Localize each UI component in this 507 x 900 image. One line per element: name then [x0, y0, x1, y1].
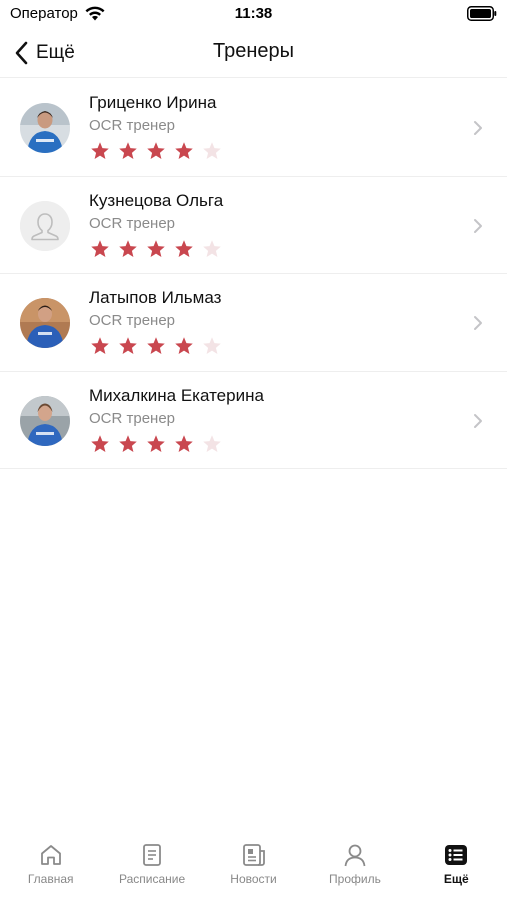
- chevron-right-icon: [474, 316, 482, 330]
- star-icon: [91, 239, 109, 257]
- rating-stars: [90, 336, 230, 356]
- trainer-role: OCR тренер: [89, 117, 176, 134]
- star-icon: [175, 434, 193, 452]
- star-icon: [119, 434, 137, 452]
- trainer-avatar: [20, 103, 70, 153]
- navigation-bar: Ещё Тренеры: [0, 30, 507, 78]
- star-icon: [147, 142, 165, 159]
- more-icon: [445, 845, 468, 865]
- trainer-name: Михалкина Екатерина: [89, 385, 264, 405]
- star-icon: [147, 337, 165, 354]
- tab-schedule-label: Расписание: [119, 872, 186, 886]
- star-icon: [119, 142, 137, 159]
- trainer-role: OCR тренер: [89, 214, 176, 232]
- tab-more-label: Ещё: [443, 872, 469, 886]
- star-icon: [119, 239, 137, 257]
- page-title: Тренеры: [212, 40, 294, 62]
- trainer-name: Кузнецова Ольга: [89, 190, 224, 210]
- trainer-name: Латыпов Ильмаз: [89, 288, 222, 307]
- tab-bar: Главная Расписание Новости Профиль Ещё: [0, 834, 507, 900]
- back-button[interactable]: Ещё: [14, 38, 75, 68]
- star-icon: [119, 337, 137, 354]
- trainer-avatar: [20, 298, 70, 348]
- rating-stars: [90, 239, 230, 259]
- rating-stars: [90, 434, 230, 454]
- star-icon: [91, 337, 109, 354]
- back-button-label: Ещё: [36, 42, 75, 63]
- rating-stars: [90, 141, 230, 161]
- chevron-right-icon: [474, 218, 482, 233]
- chevron-right-icon: [474, 121, 482, 135]
- star-icon: [91, 434, 109, 452]
- star-empty-icon: [203, 434, 221, 452]
- tab-profile[interactable]: Профиль: [304, 834, 405, 900]
- tab-news-label: Новости: [230, 872, 277, 886]
- schedule-icon: [143, 844, 162, 866]
- profile-icon: [344, 844, 366, 867]
- star-icon: [91, 142, 109, 159]
- trainer-role: OCR тренер: [89, 409, 176, 427]
- star-empty-icon: [203, 239, 221, 257]
- trainer-row[interactable]: Кузнецова Ольга OCR тренер: [0, 177, 507, 274]
- trainer-list: Гриценко Ирина OCR тренер Кузнецова Ольг…: [0, 79, 507, 469]
- chevron-right-icon: [474, 413, 482, 428]
- news-icon: [242, 844, 265, 866]
- star-icon: [147, 434, 165, 452]
- status-bar: Оператор 11:38: [0, 0, 507, 30]
- tab-schedule[interactable]: Расписание: [101, 834, 202, 900]
- battery-icon: [467, 6, 497, 21]
- tab-more[interactable]: Ещё: [406, 834, 507, 900]
- tab-news[interactable]: Новости: [203, 834, 304, 900]
- home-icon: [40, 845, 61, 865]
- star-icon: [147, 239, 165, 257]
- star-empty-icon: [203, 337, 221, 354]
- tab-home-label: Главная: [27, 872, 74, 886]
- trainer-role: OCR тренер: [89, 312, 176, 329]
- trainer-avatar-placeholder: [20, 200, 70, 251]
- chevron-left-icon: [15, 41, 28, 65]
- tab-profile-label: Профиль: [329, 872, 381, 886]
- star-empty-icon: [203, 142, 221, 159]
- trainer-name: Гриценко Ирина: [89, 93, 217, 112]
- status-time: 11:38: [234, 5, 273, 22]
- trainer-avatar: [20, 395, 70, 446]
- star-icon: [175, 142, 193, 159]
- tab-home[interactable]: Главная: [0, 834, 101, 900]
- trainer-row[interactable]: Михалкина Екатерина OCR тренер: [0, 372, 507, 469]
- trainer-row[interactable]: Гриценко Ирина OCR тренер: [0, 79, 507, 177]
- trainer-row[interactable]: Латыпов Ильмаз OCR тренер: [0, 274, 507, 372]
- star-icon: [175, 337, 193, 354]
- person-placeholder-icon: [20, 200, 70, 251]
- star-icon: [175, 239, 193, 257]
